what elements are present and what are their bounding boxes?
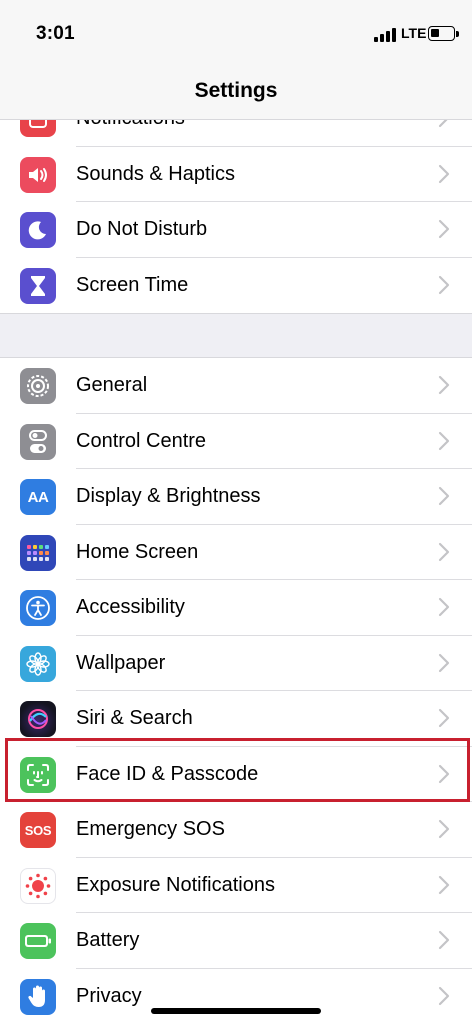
settings-list[interactable]: Notifications Sounds & Haptics Do Not Di… <box>0 91 472 1024</box>
page-title: Settings <box>194 79 278 102</box>
settings-row-label: Do Not Disturb <box>76 218 208 240</box>
settings-row-label: Privacy <box>76 984 142 1007</box>
navigation-bar: Settings <box>0 62 472 120</box>
gear-icon <box>20 368 56 404</box>
toggles-icon <box>20 423 56 460</box>
flower-icon <box>20 645 56 682</box>
settings-row-display-brightness[interactable]: AA Display & Brightness <box>0 469 472 525</box>
chevron-right-icon <box>438 764 450 783</box>
settings-row-label: Sounds & Haptics <box>76 162 235 185</box>
chevron-right-icon <box>438 375 450 395</box>
settings-row-label: Control Centre <box>76 429 207 452</box>
group-spacer <box>0 313 472 358</box>
chevron-right-icon <box>438 653 450 672</box>
battery-icon <box>20 923 56 959</box>
exposure-icon <box>20 867 56 904</box>
settings-group-2: General Control Centre AA Display & Brig… <box>0 358 472 1024</box>
settings-row-label: Siri & Search <box>76 707 193 729</box>
settings-row-general[interactable]: General <box>0 358 472 414</box>
chevron-right-icon <box>438 542 450 561</box>
text-size-glyph: AA <box>27 488 49 506</box>
settings-row-label: Wallpaper <box>76 651 166 674</box>
chevron-right-icon <box>438 164 450 183</box>
chevron-right-icon <box>438 986 450 1005</box>
network-type: LTE <box>401 25 427 41</box>
settings-row-do-not-disturb[interactable]: Do Not Disturb <box>0 202 472 258</box>
settings-row-label: Home Screen <box>76 540 199 563</box>
settings-row-exposure-notifications[interactable]: Exposure Notifications <box>0 858 472 913</box>
settings-row-label: Emergency SOS <box>76 818 225 840</box>
settings-row-face-id-passcode[interactable]: Face ID & Passcode <box>0 747 472 802</box>
settings-row-sounds-haptics[interactable]: Sounds & Haptics <box>0 147 472 202</box>
settings-row-battery[interactable]: Battery <box>0 913 472 969</box>
chevron-right-icon <box>438 930 450 950</box>
chevron-right-icon <box>438 819 450 839</box>
cellular-signal-icon <box>374 28 398 42</box>
chevron-right-icon <box>438 275 450 294</box>
sos-icon: SOS <box>20 812 56 848</box>
settings-row-accessibility[interactable]: Accessibility <box>0 580 472 636</box>
chevron-right-icon <box>438 597 450 617</box>
settings-screen: Notifications Sounds & Haptics Do Not Di… <box>0 0 472 1024</box>
chevron-right-icon <box>438 486 450 506</box>
settings-row-siri-search[interactable]: Siri & Search <box>0 691 472 747</box>
siri-icon <box>20 701 56 737</box>
speaker-icon <box>20 156 56 193</box>
status-time: 3:01 <box>36 23 75 44</box>
settings-row-label: Exposure Notifications <box>76 873 275 896</box>
settings-row-home-screen[interactable]: Home Screen <box>0 525 472 580</box>
sos-glyph: SOS <box>24 822 52 838</box>
settings-row-label: Face ID & Passcode <box>76 762 259 785</box>
hourglass-icon <box>20 267 56 304</box>
battery-status-icon <box>428 26 459 41</box>
chevron-right-icon <box>438 875 450 894</box>
settings-row-wallpaper[interactable]: Wallpaper <box>0 636 472 691</box>
battery-level-fill <box>431 29 439 37</box>
settings-row-emergency-sos[interactable]: SOS Emergency SOS <box>0 802 472 858</box>
settings-row-privacy[interactable]: Privacy <box>0 969 472 1024</box>
moon-icon <box>20 212 56 248</box>
home-indicator[interactable] <box>151 1008 321 1014</box>
face-id-icon <box>20 756 56 793</box>
text-size-icon: AA <box>20 479 56 515</box>
chevron-right-icon <box>438 219 450 239</box>
settings-row-control-centre[interactable]: Control Centre <box>0 414 472 469</box>
accessibility-icon <box>20 590 56 626</box>
settings-row-label: Display & Brightness <box>76 485 261 507</box>
settings-row-label: General <box>76 374 148 396</box>
settings-group-1: Notifications Sounds & Haptics Do Not Di… <box>0 91 472 313</box>
app-grid-icon <box>20 534 56 571</box>
settings-row-label: Battery <box>76 929 140 951</box>
settings-row-label: Screen Time <box>76 273 189 296</box>
hand-icon <box>20 978 56 1015</box>
settings-row-label: Accessibility <box>76 596 185 618</box>
chevron-right-icon <box>438 431 450 450</box>
chevron-right-icon <box>438 708 450 728</box>
settings-row-screen-time[interactable]: Screen Time <box>0 258 472 314</box>
status-bar: 3:01 LTE <box>0 0 472 62</box>
